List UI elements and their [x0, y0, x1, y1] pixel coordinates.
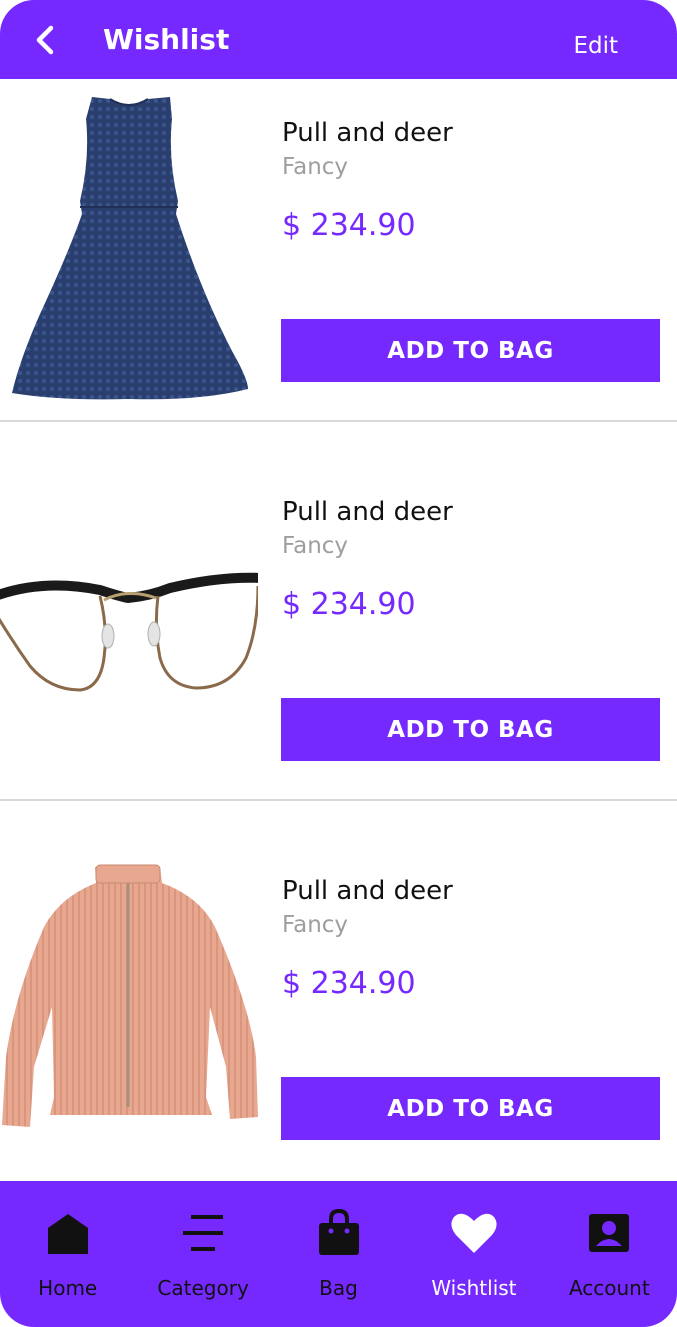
- nav-label: Category: [157, 1276, 249, 1300]
- product-category: Fancy: [282, 533, 349, 559]
- divider: [0, 799, 677, 801]
- list-item[interactable]: Pull and deer Fancy $ 234.90 ADD TO BAG: [0, 837, 677, 1216]
- nav-label: Bag: [319, 1276, 358, 1300]
- product-price: $ 234.90: [282, 208, 416, 243]
- add-to-bag-button[interactable]: ADD TO BAG: [281, 319, 660, 382]
- nav-account[interactable]: Account: [542, 1181, 677, 1327]
- list-item[interactable]: Pull and deer Fancy $ 234.90 ADD TO BAG: [0, 79, 677, 458]
- product-image[interactable]: [0, 458, 258, 798]
- divider: [0, 420, 677, 422]
- bag-icon: [315, 1209, 363, 1257]
- nav-wishlist[interactable]: Wishtlist: [406, 1181, 541, 1327]
- eyeglasses-image: [0, 572, 258, 692]
- nav-home[interactable]: Home: [0, 1181, 135, 1327]
- account-icon: [585, 1209, 633, 1257]
- bottom-navigation: Home Category Bag Wishtlist Account: [0, 1181, 677, 1327]
- product-price: $ 234.90: [282, 587, 416, 622]
- wishlist-list: Pull and deer Fancy $ 234.90 ADD TO BAG …: [0, 79, 677, 1216]
- nav-bag[interactable]: Bag: [271, 1181, 406, 1327]
- product-image[interactable]: [0, 79, 258, 419]
- nav-label: Home: [38, 1276, 98, 1300]
- list-item[interactable]: Pull and deer Fancy $ 234.90 ADD TO BAG: [0, 458, 677, 837]
- category-icon: [179, 1209, 227, 1257]
- product-price: $ 234.90: [282, 966, 416, 1001]
- product-name: Pull and deer: [282, 118, 453, 148]
- product-name: Pull and deer: [282, 876, 453, 906]
- product-name: Pull and deer: [282, 497, 453, 527]
- wishlist-screen: Wishlist Edit Pull and deer Fancy $ 234.…: [0, 0, 677, 1327]
- add-to-bag-button[interactable]: ADD TO BAG: [281, 698, 660, 761]
- nav-label: Wishtlist: [431, 1276, 517, 1300]
- product-category: Fancy: [282, 912, 349, 938]
- edit-button[interactable]: Edit: [573, 31, 618, 61]
- jacket-image: [2, 864, 258, 1127]
- page-title: Wishlist: [103, 23, 230, 56]
- top-app-bar: Wishlist Edit: [0, 0, 677, 79]
- nav-category[interactable]: Category: [135, 1181, 270, 1327]
- home-icon: [44, 1209, 92, 1257]
- heart-icon: [450, 1209, 498, 1257]
- nav-label: Account: [568, 1276, 650, 1300]
- dress-image: [12, 97, 248, 400]
- back-button[interactable]: [28, 22, 62, 58]
- product-image[interactable]: [0, 837, 258, 1177]
- product-category: Fancy: [282, 154, 349, 180]
- add-to-bag-button[interactable]: ADD TO BAG: [281, 1077, 660, 1140]
- chevron-left-icon: [36, 25, 54, 55]
